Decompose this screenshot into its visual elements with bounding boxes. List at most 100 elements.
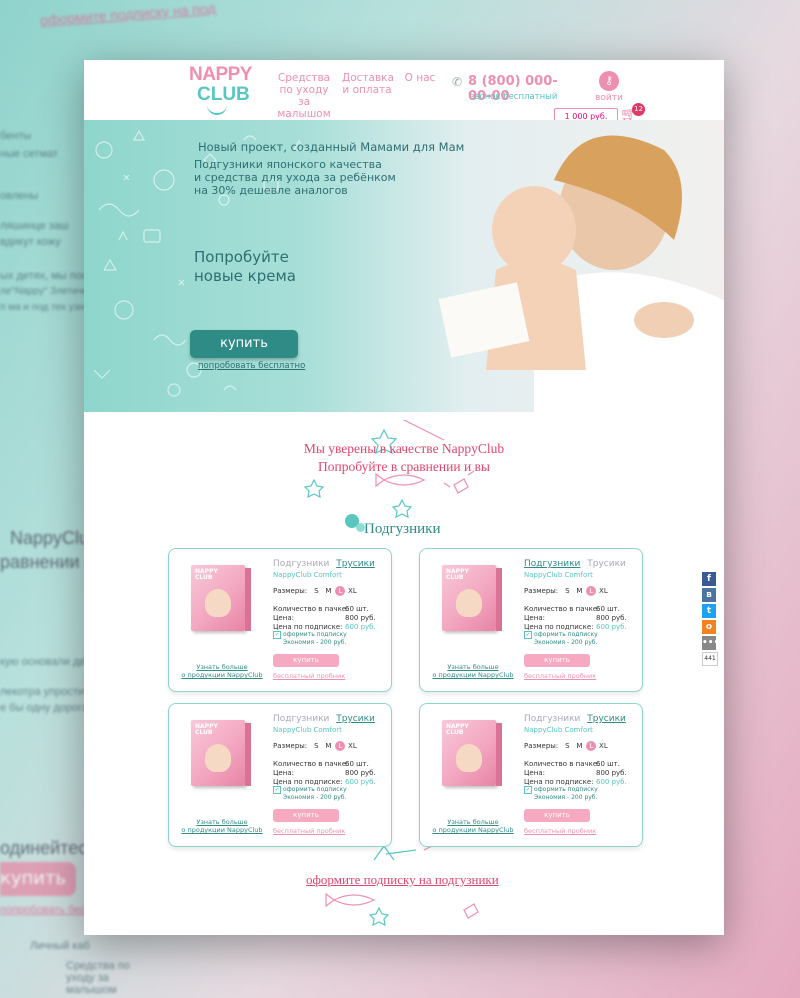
hero-desc-line: на 30% дешевле аналогов <box>194 184 348 197</box>
free-trial-link[interactable]: бесплатный пробник <box>273 672 345 680</box>
tab-diapers[interactable]: Подгузники <box>273 714 329 724</box>
baby-illustration <box>456 589 482 617</box>
subscribe-link[interactable]: оформите подписку на подгузники <box>306 872 499 888</box>
tab-pants[interactable]: Трусики <box>336 714 375 724</box>
product-type-tabs: Подгузники Трусики <box>524 714 626 724</box>
tab-pants[interactable]: Трусики <box>336 559 375 569</box>
buy-button[interactable]: купить <box>524 809 590 822</box>
nav-care-products[interactable]: Средства по уходу за малышом <box>274 72 334 120</box>
product-image[interactable]: NAPPY CLUB <box>442 720 502 786</box>
bg-text: кую основали две <box>0 656 92 668</box>
check-icon[interactable]: ✓ <box>273 631 281 639</box>
hero-try-free-link[interactable]: попробовать бесплатно <box>198 361 305 371</box>
logo[interactable]: NAPPY CLUB <box>189 65 252 115</box>
product-image[interactable]: NAPPY CLUB <box>191 565 251 631</box>
pattern-circle <box>114 300 134 320</box>
size-option-s[interactable]: S <box>311 741 321 751</box>
size-option-xl[interactable]: XL <box>347 741 357 751</box>
facebook-icon[interactable]: f <box>702 572 716 586</box>
box-side <box>245 723 251 786</box>
star-doodle <box>391 498 413 519</box>
twitter-icon[interactable]: t <box>702 604 716 618</box>
learn-more-line: Узнать больше <box>196 663 248 671</box>
fish-doodle <box>325 892 376 908</box>
qty-row: Количество в пачке: 60 шт. <box>524 760 620 768</box>
economy-note: Экономия - 200 руб. <box>534 794 598 801</box>
product-model: NappyClub Comfort <box>524 726 593 734</box>
sub-price-label: Цена по подписке: <box>273 623 343 631</box>
tab-diapers[interactable]: Подгузники <box>524 714 580 724</box>
learn-more-link[interactable]: Узнать больше о продукции NappyClub <box>428 663 518 679</box>
qty-value: 60 шт. <box>345 605 369 613</box>
landing-page: NAPPY CLUB Средства по уходу за малышом … <box>84 60 724 935</box>
check-icon[interactable]: ✓ <box>273 786 281 794</box>
tab-pants[interactable]: Трусики <box>587 714 626 724</box>
hero-buy-button[interactable]: купить <box>190 330 298 358</box>
product-card: NAPPY CLUB Узнать больше о продукции Napp… <box>419 703 643 847</box>
qty-label: Количество в пачке: <box>524 605 600 613</box>
size-option-m[interactable]: M <box>323 741 333 751</box>
size-selector: Размеры: S M L XL <box>524 741 608 751</box>
size-option-xl[interactable]: XL <box>598 741 608 751</box>
pattern-chevron <box>93 369 111 379</box>
tab-pants[interactable]: Трусики <box>587 559 626 569</box>
learn-more-link[interactable]: Узнать больше о продукции NappyClub <box>428 818 518 834</box>
nav-delivery[interactable]: Доставка и оплата <box>342 72 394 96</box>
subscribe-checkbox-row[interactable]: ✓ оформить подписку <box>524 631 598 639</box>
free-trial-link[interactable]: бесплатный пробник <box>273 827 345 835</box>
price-value: 800 руб. <box>596 769 627 777</box>
subscribe-option: ✓ оформить подписку Экономия - 200 руб. <box>273 631 347 647</box>
size-option-l[interactable]: L <box>335 741 346 751</box>
price-row: Цена: 800 руб. <box>273 614 376 622</box>
check-icon[interactable]: ✓ <box>524 631 532 639</box>
size-selector: Размеры: S M L XL <box>273 586 357 596</box>
bg-text: ых детях, мы пост <box>0 270 93 282</box>
tab-diapers[interactable]: Подгузники <box>524 559 580 569</box>
tab-diapers[interactable]: Подгузники <box>273 559 329 569</box>
sub-price-value: 600 руб. <box>345 778 376 786</box>
free-trial-link[interactable]: бесплатный пробник <box>524 827 596 835</box>
subscribe-checkbox-row[interactable]: ✓ оформить подписку <box>524 786 598 794</box>
buy-button[interactable]: купить <box>273 654 339 667</box>
size-option-s[interactable]: S <box>562 741 572 751</box>
size-option-m[interactable]: M <box>574 741 584 751</box>
learn-more-line: о продукции NappyClub <box>181 826 263 834</box>
product-image[interactable]: NAPPY CLUB <box>191 720 251 786</box>
size-option-m[interactable]: M <box>574 586 584 596</box>
sub-price-row: Цена по подписке: 600 руб. <box>524 623 627 631</box>
qty-label: Количество в пачке: <box>273 605 349 613</box>
subscribe-checkbox-row[interactable]: ✓ оформить подписку <box>273 786 347 794</box>
size-option-l[interactable]: L <box>335 586 346 596</box>
size-option-l[interactable]: L <box>586 741 597 751</box>
odnoklassniki-icon[interactable]: о <box>702 620 716 634</box>
size-option-l[interactable]: L <box>586 586 597 596</box>
learn-more-link[interactable]: Узнать больше о продукции NappyClub <box>177 818 267 834</box>
product-image[interactable]: NAPPY CLUB <box>442 565 502 631</box>
logo-text: CLUB <box>197 84 250 105</box>
bg-text: бенты <box>0 130 32 142</box>
buy-button[interactable]: купить <box>524 654 590 667</box>
size-option-s[interactable]: S <box>562 586 572 596</box>
product-card: NAPPY CLUB Узнать больше о продукции Napp… <box>168 548 392 692</box>
size-option-s[interactable]: S <box>311 586 321 596</box>
check-icon[interactable]: ✓ <box>524 786 532 794</box>
learn-more-link[interactable]: Узнать больше о продукции NappyClub <box>177 663 267 679</box>
pattern-triangle <box>132 129 146 141</box>
free-trial-link[interactable]: бесплатный пробник <box>524 672 596 680</box>
size-option-m[interactable]: M <box>323 586 333 596</box>
vk-icon[interactable]: в <box>702 588 716 602</box>
size-option-xl[interactable]: XL <box>598 586 608 596</box>
login-button[interactable]: ⚷ войти <box>592 71 626 103</box>
tagline-line: Мы уверены в качестве NappyClub <box>303 441 505 456</box>
size-option-xl[interactable]: XL <box>347 586 357 596</box>
box-brand: NAPPY CLUB <box>195 723 218 736</box>
product-card: NAPPY CLUB Узнать больше о продукции Napp… <box>168 703 392 847</box>
pattern-circle <box>153 169 175 191</box>
subscribe-checkbox-row[interactable]: ✓ оформить подписку <box>273 631 347 639</box>
more-icon[interactable]: ••• <box>702 636 719 650</box>
nav-about[interactable]: О нас <box>404 72 436 84</box>
logo-smile-icon <box>207 105 227 115</box>
learn-more-line: о продукции NappyClub <box>432 826 514 834</box>
buy-button[interactable]: купить <box>273 809 339 822</box>
hero-headline-line: новые крема <box>194 267 296 285</box>
